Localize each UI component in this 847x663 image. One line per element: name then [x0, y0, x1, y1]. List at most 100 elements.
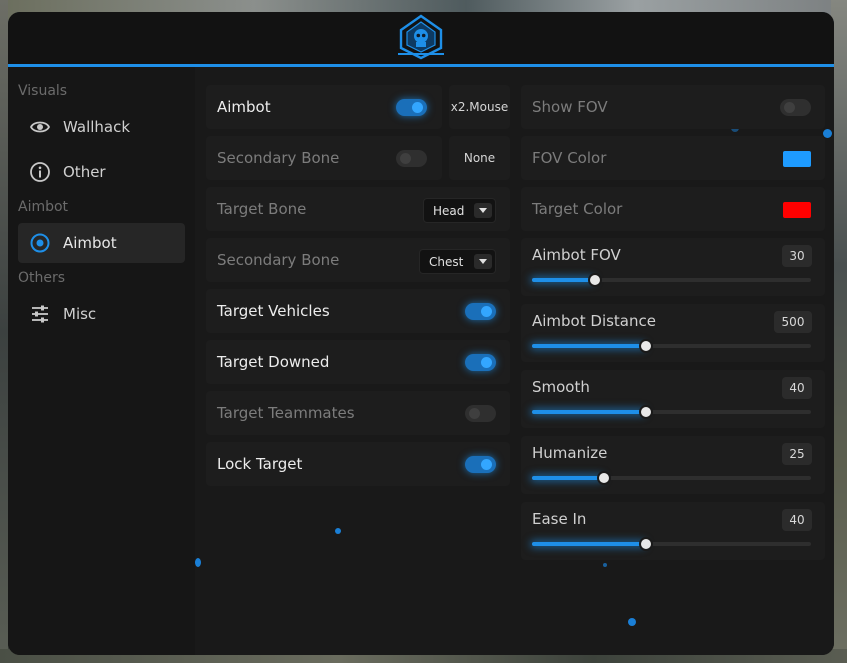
- target-teammates-label: Target Teammates: [217, 404, 355, 422]
- humanize-slider-row: Humanize 25: [521, 436, 825, 494]
- dropdown-value: Chest: [429, 254, 464, 269]
- aimbot-distance-slider-track[interactable]: [532, 339, 811, 353]
- show-fov-toggle[interactable]: [780, 99, 811, 116]
- aimbot-fov-slider-track[interactable]: [532, 273, 811, 287]
- target-vehicles-label: Target Vehicles: [217, 302, 330, 320]
- humanize-value[interactable]: 25: [782, 443, 812, 465]
- sidebar-item-other[interactable]: Other: [18, 152, 185, 192]
- slider-fill: [532, 476, 602, 480]
- ease-in-slider-row: Ease In 40: [521, 502, 825, 560]
- slider-thumb[interactable]: [638, 339, 653, 353]
- ease-in-label: Ease In: [532, 510, 587, 528]
- aimbot-distance-label: Aimbot Distance: [532, 312, 656, 330]
- slider-fill: [532, 344, 644, 348]
- target-icon: [28, 231, 52, 255]
- slider-thumb[interactable]: [588, 273, 603, 287]
- smooth-value[interactable]: 40: [782, 377, 812, 399]
- section-label-visuals: Visuals: [18, 83, 68, 99]
- secondary-bone-dropdown[interactable]: Chest: [419, 249, 496, 274]
- particle: [335, 528, 341, 534]
- secondary-bone-toggle[interactable]: [396, 150, 427, 167]
- slider-thumb[interactable]: [596, 471, 611, 485]
- target-bone-label: Target Bone: [217, 200, 307, 218]
- slider-fill: [532, 410, 644, 414]
- caret-down-icon: [474, 203, 492, 218]
- lock-target-toggle[interactable]: [465, 456, 496, 473]
- aimbot-toggle-row: Aimbot: [206, 85, 442, 129]
- humanize-slider-track[interactable]: [532, 471, 811, 485]
- aimbot-distance-slider-row: Aimbot Distance 500: [521, 304, 825, 362]
- toggle-knob: [784, 102, 795, 113]
- aimbot-keybind[interactable]: x2.Mouse: [449, 85, 510, 129]
- secondary-bone-row: Secondary Bone Chest: [206, 238, 510, 282]
- secondary-bone-keybind[interactable]: None: [449, 136, 510, 180]
- sidebar-item-label: Aimbot: [63, 234, 117, 252]
- aimbot-fov-slider-row: Aimbot FOV 30: [521, 238, 825, 296]
- toggle-knob: [469, 408, 480, 419]
- aimbot-toggle[interactable]: [396, 99, 427, 116]
- sliders-icon: [28, 302, 52, 326]
- eye-icon: [28, 115, 52, 139]
- ease-in-slider-track[interactable]: [532, 537, 811, 551]
- smooth-label: Smooth: [532, 378, 590, 396]
- lock-target-row: Lock Target: [206, 442, 510, 486]
- target-teammates-toggle[interactable]: [465, 405, 496, 422]
- sidebar-item-aimbot[interactable]: Aimbot: [18, 223, 185, 263]
- sidebar-item-label: Misc: [63, 305, 97, 323]
- sidebar-item-label: Other: [63, 163, 106, 181]
- fov-color-label: FOV Color: [532, 149, 607, 167]
- secondary-bone-toggle-row: Secondary Bone: [206, 136, 442, 180]
- target-bone-dropdown[interactable]: Head: [423, 198, 496, 223]
- ease-in-value[interactable]: 40: [782, 509, 812, 531]
- slider-fill: [532, 278, 594, 282]
- sidebar-item-misc[interactable]: Misc: [18, 294, 185, 334]
- smooth-slider-track[interactable]: [532, 405, 811, 419]
- secondary-bone-toggle-label: Secondary Bone: [217, 149, 340, 167]
- toggle-knob: [481, 459, 492, 470]
- humanize-label: Humanize: [532, 444, 608, 462]
- background-scenery-left: [0, 0, 8, 663]
- info-icon: [28, 160, 52, 184]
- toggle-knob: [481, 306, 492, 317]
- slider-fill: [532, 542, 644, 546]
- main-panel: Aimbot x2.Mouse Secondary Bone None Targ…: [195, 67, 834, 655]
- particle: [603, 563, 607, 567]
- slider-thumb[interactable]: [638, 405, 653, 419]
- show-fov-label: Show FOV: [532, 98, 608, 116]
- sidebar-item-wallhack[interactable]: Wallhack: [18, 107, 185, 147]
- target-vehicles-row: Target Vehicles: [206, 289, 510, 333]
- particle: [823, 129, 832, 138]
- target-downed-label: Target Downed: [217, 353, 330, 371]
- section-label-others: Others: [18, 270, 66, 286]
- target-color-row: Target Color: [521, 187, 825, 231]
- cheat-menu-window: Visuals Wallhack Other Aimbot Aimbot Oth…: [8, 12, 834, 655]
- lock-target-label: Lock Target: [217, 455, 303, 473]
- show-fov-row: Show FOV: [521, 85, 825, 129]
- section-label-aimbot: Aimbot: [18, 199, 69, 215]
- sidebar-item-label: Wallhack: [63, 118, 131, 136]
- aimbot-distance-value[interactable]: 500: [774, 311, 812, 333]
- target-vehicles-toggle[interactable]: [465, 303, 496, 320]
- target-downed-toggle[interactable]: [465, 354, 496, 371]
- fov-color-row: FOV Color: [521, 136, 825, 180]
- dropdown-value: Head: [433, 203, 465, 218]
- toggle-knob: [400, 153, 411, 164]
- target-color-swatch[interactable]: [783, 202, 811, 218]
- aimbot-fov-label: Aimbot FOV: [532, 246, 621, 264]
- skull-logo-icon: [398, 14, 444, 60]
- sidebar: Visuals Wallhack Other Aimbot Aimbot Oth…: [8, 67, 195, 655]
- particle: [195, 558, 201, 567]
- fov-color-swatch[interactable]: [783, 151, 811, 167]
- target-downed-row: Target Downed: [206, 340, 510, 384]
- menu-header[interactable]: [8, 12, 834, 67]
- aimbot-label: Aimbot: [217, 98, 271, 116]
- particle: [628, 618, 636, 626]
- target-teammates-row: Target Teammates: [206, 391, 510, 435]
- toggle-knob: [481, 357, 492, 368]
- smooth-slider-row: Smooth 40: [521, 370, 825, 428]
- secondary-bone-label: Secondary Bone: [217, 251, 340, 269]
- slider-thumb[interactable]: [638, 537, 653, 551]
- aimbot-fov-value[interactable]: 30: [782, 245, 812, 267]
- target-bone-row: Target Bone Head: [206, 187, 510, 231]
- target-color-label: Target Color: [532, 200, 623, 218]
